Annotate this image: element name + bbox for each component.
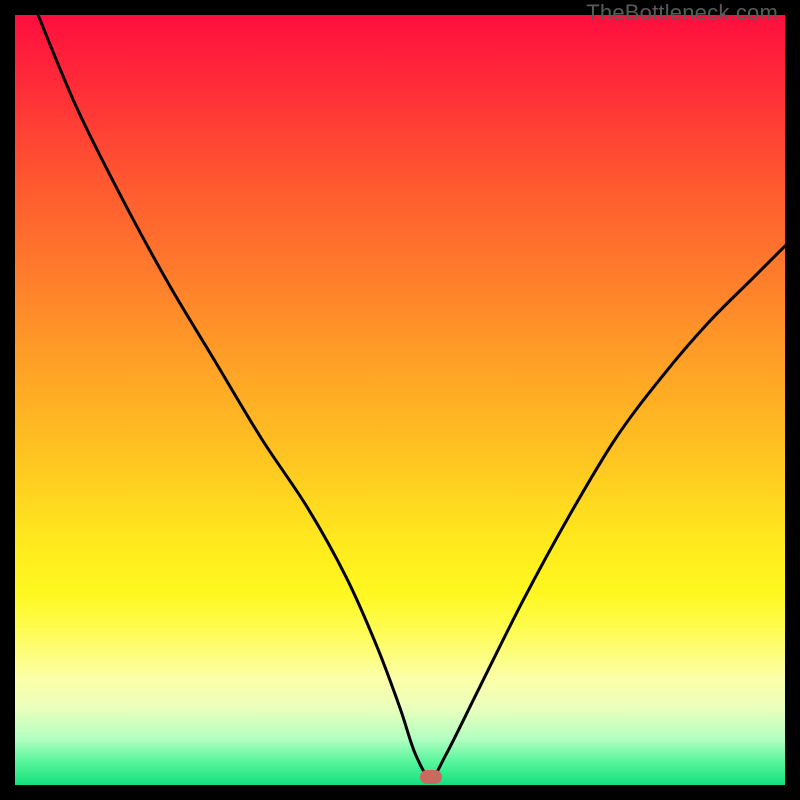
- watermark-text: TheBottleneck.com: [586, 0, 778, 26]
- bottleneck-curve: [15, 15, 785, 785]
- optimal-point-marker: [420, 770, 442, 784]
- chart-frame: TheBottleneck.com: [0, 0, 800, 800]
- plot-area: [15, 15, 785, 785]
